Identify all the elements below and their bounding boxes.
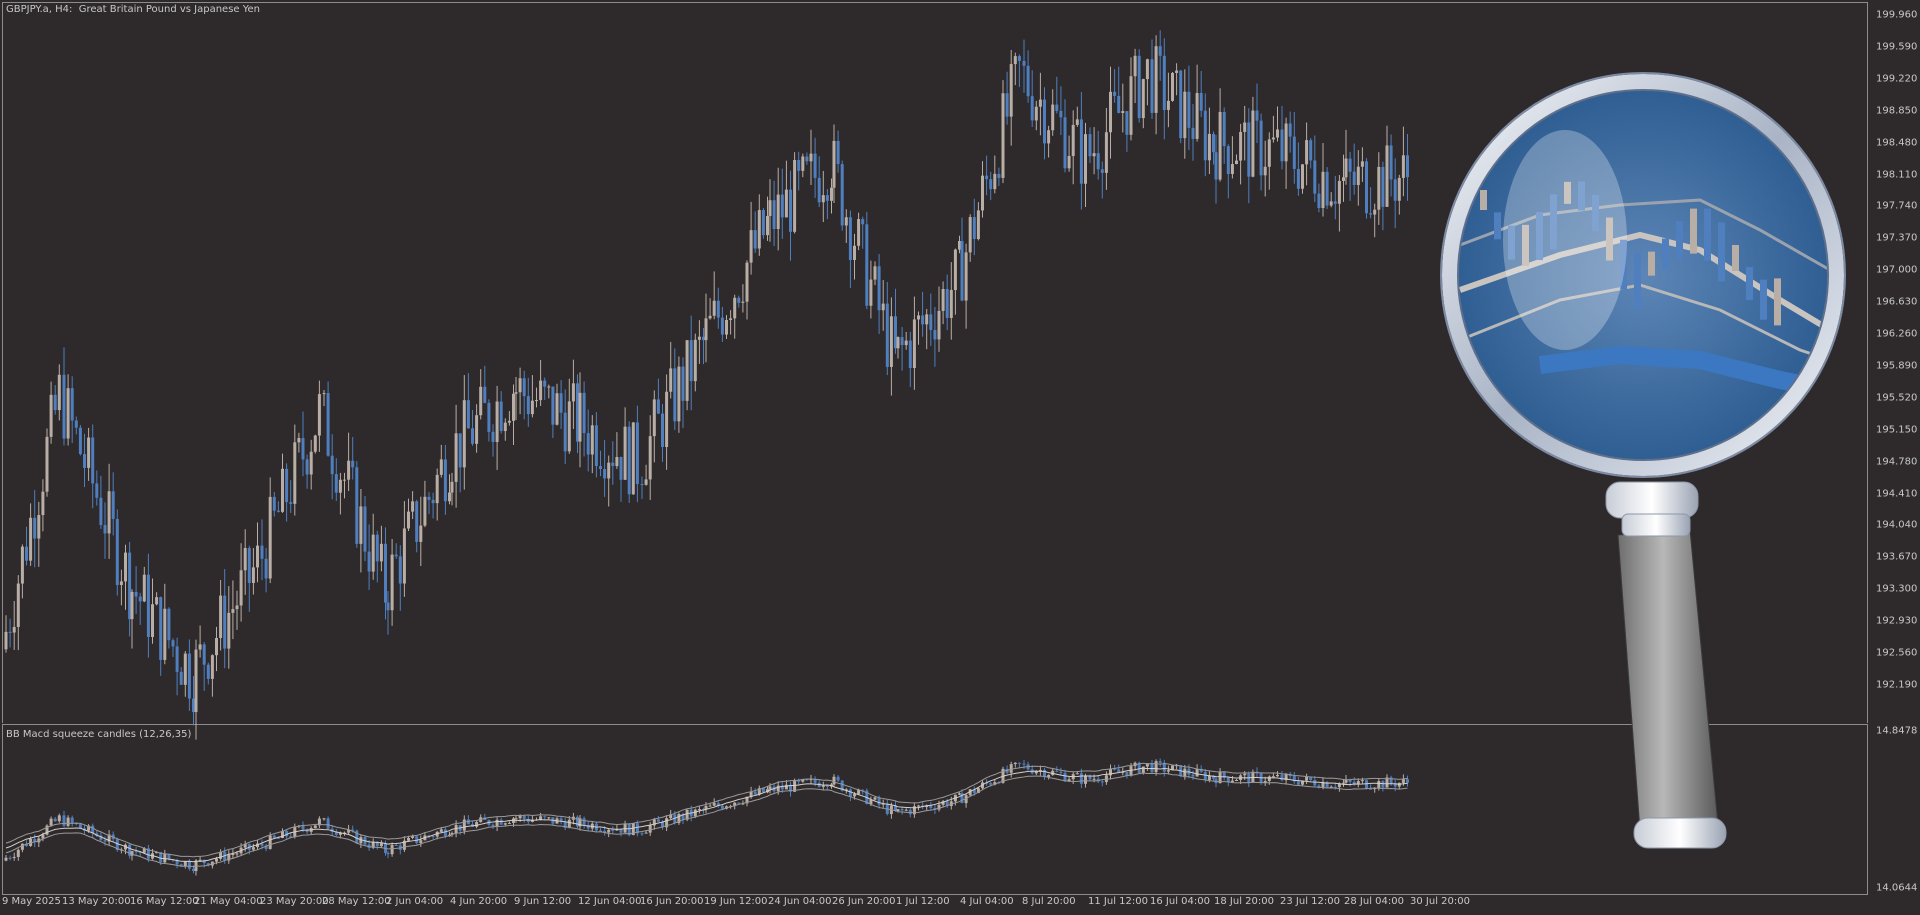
lens-candle bbox=[1760, 279, 1767, 320]
lens-candle bbox=[1746, 267, 1753, 301]
lens-candle bbox=[1494, 212, 1501, 240]
lens-candle bbox=[1704, 208, 1711, 261]
lens-candle bbox=[1774, 278, 1781, 326]
lens-candle bbox=[1732, 245, 1739, 272]
lens-candle bbox=[1480, 190, 1487, 210]
chart-window[interactable]: GBPJPY.a, H4: Great Britain Pound vs Jap… bbox=[0, 0, 1920, 915]
magnifying-glass-icon bbox=[1440, 72, 1846, 849]
lens-candle bbox=[1634, 252, 1641, 310]
lens-candle bbox=[1662, 238, 1669, 270]
lens-candle bbox=[1676, 221, 1683, 260]
lens-candle bbox=[1718, 222, 1725, 282]
lens-candle bbox=[1690, 208, 1697, 254]
lens-candle bbox=[1648, 251, 1655, 276]
